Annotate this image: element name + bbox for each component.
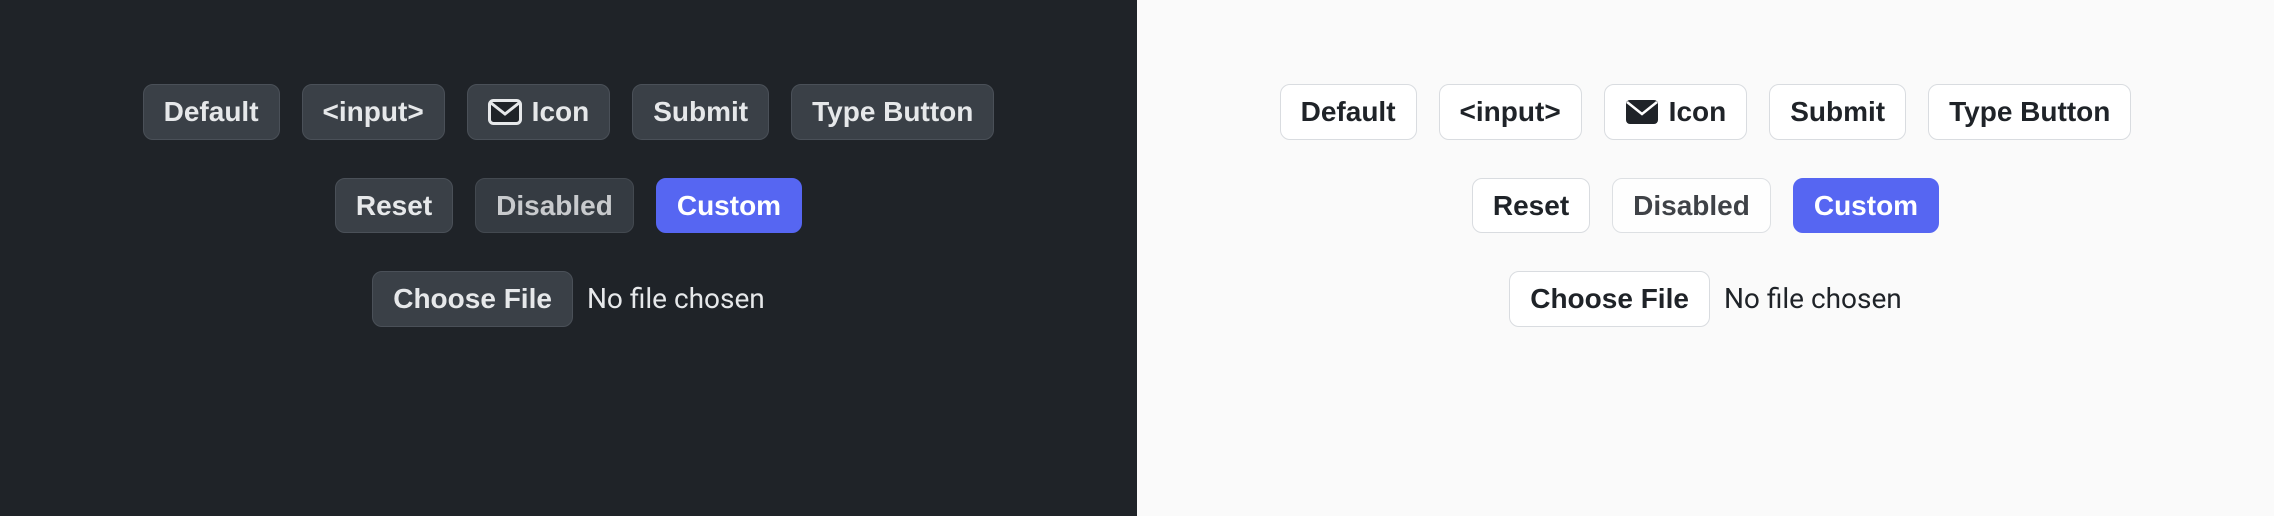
choose-file-button[interactable]: Choose File [1509, 271, 1710, 327]
button-row-1: Default <input> Icon Submit Type Button [143, 84, 995, 140]
mail-icon [1625, 99, 1659, 125]
reset-button[interactable]: Reset [1472, 178, 1590, 234]
input-button[interactable]: <input> [302, 84, 445, 140]
file-status-text: No file chosen [587, 282, 765, 315]
dark-theme-panel: Default <input> Icon Submit Type Button … [0, 0, 1137, 516]
mail-icon [488, 99, 522, 125]
choose-file-button[interactable]: Choose File [372, 271, 573, 327]
file-input-row: Choose File No file chosen [372, 271, 765, 327]
icon-button-label: Icon [1669, 95, 1727, 129]
button-row-1: Default <input> Icon Submit Type Button [1280, 84, 2132, 140]
default-button[interactable]: Default [143, 84, 280, 140]
reset-button[interactable]: Reset [335, 178, 453, 234]
button-row-2: Reset Disabled Custom [335, 178, 802, 234]
button-row-2: Reset Disabled Custom [1472, 178, 1939, 234]
file-status-text: No file chosen [1724, 282, 1902, 315]
input-button[interactable]: <input> [1439, 84, 1582, 140]
light-theme-panel: Default <input> Icon Submit Type Button … [1137, 0, 2274, 516]
file-input-row: Choose File No file chosen [1509, 271, 1902, 327]
icon-button[interactable]: Icon [1604, 84, 1748, 140]
disabled-button: Disabled [475, 178, 634, 234]
default-button[interactable]: Default [1280, 84, 1417, 140]
custom-button[interactable]: Custom [1793, 178, 1939, 234]
type-button[interactable]: Type Button [1928, 84, 2131, 140]
icon-button-label: Icon [532, 95, 590, 129]
submit-button[interactable]: Submit [1769, 84, 1906, 140]
submit-button[interactable]: Submit [632, 84, 769, 140]
disabled-button: Disabled [1612, 178, 1771, 234]
type-button[interactable]: Type Button [791, 84, 994, 140]
icon-button[interactable]: Icon [467, 84, 611, 140]
custom-button[interactable]: Custom [656, 178, 802, 234]
